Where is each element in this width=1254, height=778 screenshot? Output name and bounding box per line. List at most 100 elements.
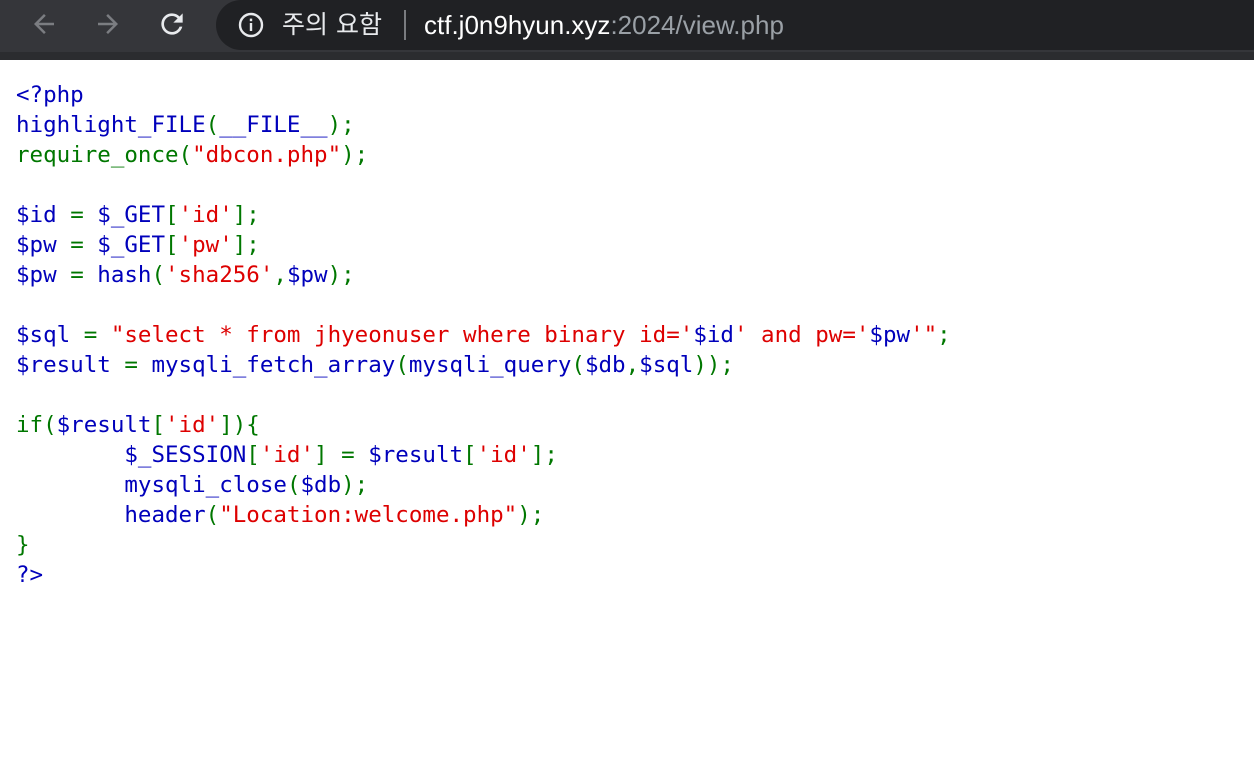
code-token: require_once( (16, 142, 193, 168)
url-host: ctf.j0n9hyun.xyz (424, 10, 611, 40)
code-token: [ (246, 442, 260, 468)
code-token: $id (16, 202, 71, 228)
code-line: header("Location:welcome.php"); (16, 500, 951, 530)
reload-icon (161, 13, 183, 35)
code-token: ]; (232, 202, 260, 228)
code-token: 'pw' (178, 232, 233, 258)
omnibox-separator (404, 10, 406, 40)
code-token: 'id' (165, 412, 220, 438)
code-token: $pw (16, 262, 71, 288)
code-token: ]; (232, 232, 260, 258)
code-line: $id = $_GET['id']; (16, 200, 951, 230)
code-token: $_GET (97, 232, 166, 258)
code-line: if($result['id']){ (16, 410, 951, 440)
code-line: $result = mysqli_fetch_array(mysqli_quer… (16, 350, 951, 380)
code-token: ]; (530, 442, 558, 468)
address-bar[interactable]: 주의 요함 ctf.j0n9hyun.xyz:2024/view.php (216, 0, 1254, 50)
code-token: ( (151, 262, 166, 288)
code-token: [ (463, 442, 477, 468)
back-button[interactable] (22, 4, 66, 44)
code-token: $pw (16, 232, 71, 258)
code-token: header (16, 502, 206, 528)
code-token: = (70, 232, 98, 258)
code-token: = (70, 262, 98, 288)
code-token: "select * from jhyeonuser where binary i… (110, 322, 694, 348)
code-token: <?php (16, 82, 84, 108)
code-token: hash (97, 262, 152, 288)
url-text[interactable]: ctf.j0n9hyun.xyz:2024/view.php (424, 7, 784, 43)
code-token: "dbcon.php" (192, 142, 342, 168)
code-token: ); (327, 112, 355, 138)
code-token: $db (584, 352, 626, 378)
code-token: $pw (869, 322, 911, 348)
code-line: $sql = "select * from jhyeonuser where b… (16, 320, 951, 350)
code-token: [ (165, 202, 179, 228)
code-token: ); (517, 502, 545, 528)
code-token: ( (205, 112, 220, 138)
code-token: ); (327, 262, 355, 288)
code-token: ( (205, 502, 220, 528)
code-token: highlight_FILE (16, 112, 206, 138)
code-line: } (16, 530, 951, 560)
code-token: ] = (314, 442, 369, 468)
arrow-right-icon (98, 14, 118, 34)
code-token: , (625, 352, 640, 378)
code-token: )); (693, 352, 734, 378)
forward-button[interactable] (86, 4, 130, 44)
code-line: $pw = hash('sha256',$pw); (16, 260, 951, 290)
code-token: = (83, 322, 111, 348)
code-line: highlight_FILE(__FILE__); (16, 110, 951, 140)
code-token: ( (571, 352, 585, 378)
php-source-code: <?php highlight_FILE(__FILE__); require_on… (16, 80, 951, 590)
code-token: ( (286, 472, 301, 498)
code-token: ); (341, 142, 369, 168)
code-token: mysqli_query (408, 352, 572, 378)
code-line: mysqli_close($db); (16, 470, 951, 500)
code-token: 'id' (178, 202, 233, 228)
code-token: ]){ (219, 412, 260, 438)
code-token: [ (165, 232, 179, 258)
code-token: $_SESSION (16, 442, 247, 468)
code-token: = (124, 352, 152, 378)
code-token: $_GET (97, 202, 166, 228)
code-token: $sql (16, 322, 84, 348)
code-line: $_SESSION['id'] = $result['id']; (16, 440, 951, 470)
toolbar-divider (0, 52, 1254, 60)
code-token: $db (300, 472, 342, 498)
code-line: <?php (16, 80, 951, 110)
code-token: $id (693, 322, 734, 348)
code-token: , (273, 262, 287, 288)
reload-button[interactable] (150, 4, 194, 44)
arrow-left-icon (34, 14, 54, 34)
code-token: mysqli_fetch_array (151, 352, 396, 378)
code-token: 'id' (476, 442, 531, 468)
code-token: ( (395, 352, 409, 378)
browser-toolbar: 주의 요함 ctf.j0n9hyun.xyz:2024/view.php (0, 0, 1254, 60)
code-token: "Location:welcome.php" (219, 502, 518, 528)
code-token: '" (910, 322, 938, 348)
code-token: ); (341, 472, 369, 498)
code-token: 'sha256' (165, 262, 274, 288)
code-token: ' and pw=' (733, 322, 870, 348)
code-token: ?> (16, 562, 44, 588)
code-token: if( (16, 412, 57, 438)
code-token: mysqli_close (16, 472, 287, 498)
code-line: ?> (16, 560, 951, 590)
code-token: $result (56, 412, 152, 438)
code-token: 'id' (259, 442, 315, 468)
code-line: $pw = $_GET['pw']; (16, 230, 951, 260)
code-token: } (16, 532, 30, 558)
code-token: [ (151, 412, 166, 438)
code-token: ; (937, 322, 951, 348)
code-token: $sql (639, 352, 694, 378)
code-line: require_once("dbcon.php"); (16, 140, 951, 170)
code-token: __FILE__ (219, 112, 328, 138)
info-icon[interactable] (238, 12, 264, 38)
code-token: $result (16, 352, 125, 378)
url-path: :2024/view.php (610, 10, 784, 40)
code-token: = (70, 202, 98, 228)
security-status-label[interactable]: 주의 요함 (282, 7, 382, 43)
